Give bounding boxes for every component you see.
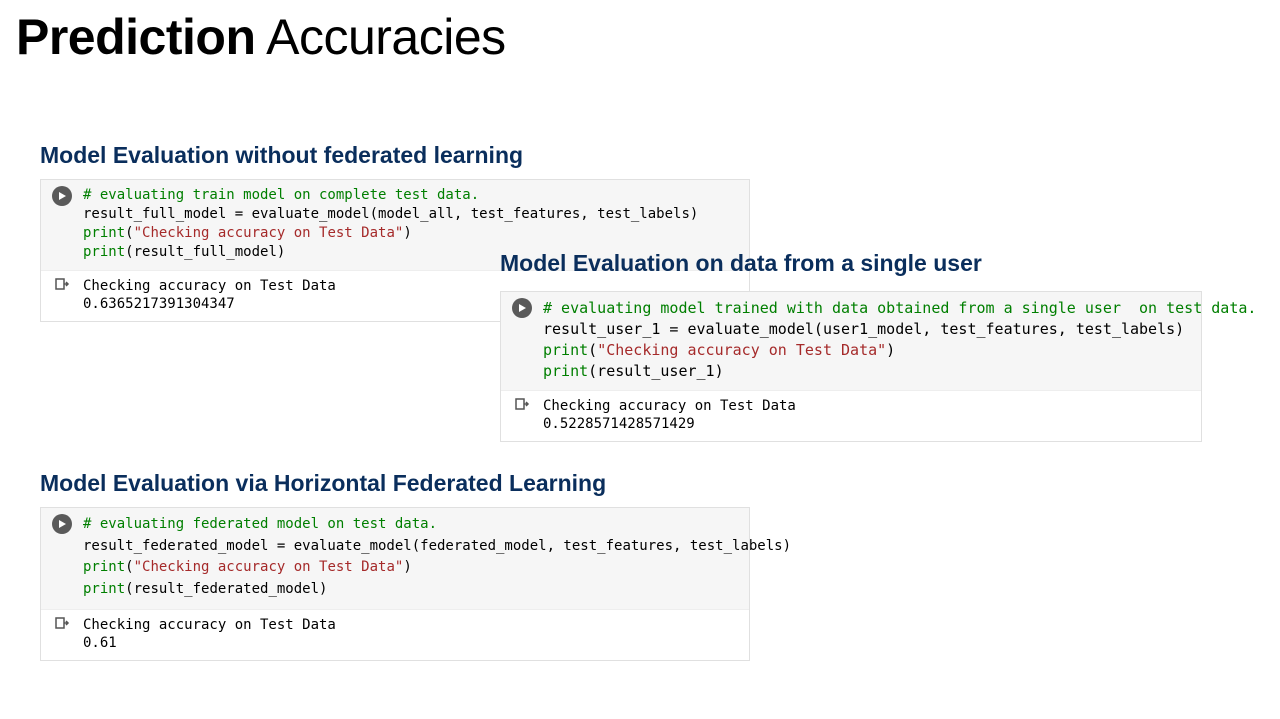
slide: Prediction Accuracies Model Evaluation w… xyxy=(0,0,1280,135)
play-icon xyxy=(517,303,527,313)
section-heading-3: Model Evaluation via Horizontal Federate… xyxy=(40,470,750,497)
output-icon xyxy=(514,397,530,413)
code-cell-3: # evaluating federated model on test dat… xyxy=(40,507,750,661)
code-cell-2: # evaluating model trained with data obt… xyxy=(500,291,1202,442)
run-button-3[interactable] xyxy=(52,514,72,534)
output-gutter-1 xyxy=(41,271,83,321)
cell-output-2: Checking accuracy on Test Data 0.5228571… xyxy=(501,391,1201,441)
run-gutter-1 xyxy=(41,180,83,270)
section-federated: Model Evaluation via Horizontal Federate… xyxy=(40,470,750,661)
cell-input-3: # evaluating federated model on test dat… xyxy=(41,508,749,610)
code-block-2: # evaluating model trained with data obt… xyxy=(543,292,1264,390)
output-text-3: Checking accuracy on Test Data 0.61 xyxy=(83,610,749,660)
run-gutter-3 xyxy=(41,508,83,609)
code-block-3: # evaluating federated model on test dat… xyxy=(83,508,799,609)
output-gutter-3 xyxy=(41,610,83,660)
title-bold: Prediction xyxy=(16,9,255,65)
play-icon xyxy=(57,519,67,529)
section-single-user: Model Evaluation on data from a single u… xyxy=(500,250,1202,442)
page-title: Prediction Accuracies xyxy=(16,10,1264,65)
output-icon xyxy=(54,616,70,632)
run-gutter-2 xyxy=(501,292,543,390)
run-button-1[interactable] xyxy=(52,186,72,206)
output-icon xyxy=(54,277,70,293)
section-heading-1: Model Evaluation without federated learn… xyxy=(40,142,750,169)
run-button-2[interactable] xyxy=(512,298,532,318)
title-light: Accuracies xyxy=(255,9,505,65)
output-gutter-2 xyxy=(501,391,543,441)
play-icon xyxy=(57,191,67,201)
section-heading-2: Model Evaluation on data from a single u… xyxy=(500,250,1202,277)
cell-output-3: Checking accuracy on Test Data 0.61 xyxy=(41,610,749,660)
output-text-2: Checking accuracy on Test Data 0.5228571… xyxy=(543,391,1201,441)
cell-input-2: # evaluating model trained with data obt… xyxy=(501,292,1201,391)
